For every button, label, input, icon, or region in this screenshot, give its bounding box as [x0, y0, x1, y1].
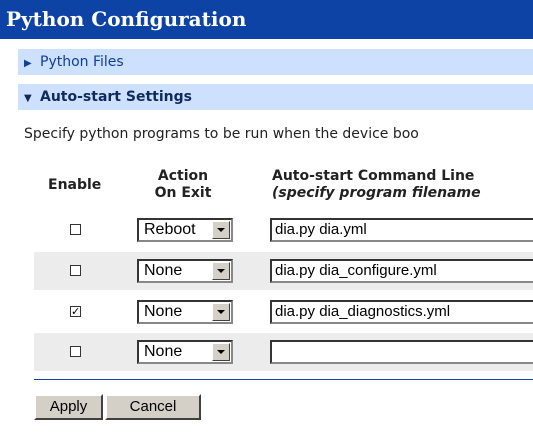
command-line-input[interactable]: dia.py dia_configure.yml	[270, 259, 533, 283]
section-auto-start-label: Auto-start Settings	[40, 89, 192, 105]
enable-checkbox[interactable]	[70, 265, 81, 276]
action-on-exit-select[interactable]: None	[137, 300, 233, 324]
dropdown-arrow-icon[interactable]	[212, 221, 230, 239]
apply-button[interactable]: Apply	[34, 394, 103, 420]
column-header-command-line1: Auto-start Command Line	[272, 168, 475, 184]
table-row: None	[34, 333, 533, 371]
action-on-exit-select[interactable]: Reboot	[137, 218, 233, 242]
column-header-enable: Enable	[48, 177, 102, 193]
column-header-command-line2: (specify program filename	[272, 185, 481, 201]
triangle-right-icon: ▶	[24, 58, 32, 69]
command-line-input[interactable]	[270, 340, 533, 364]
column-header-command-line: Auto-start Command Line (specify program…	[272, 168, 481, 202]
table-row: None dia.py dia_configure.yml	[34, 252, 533, 290]
dropdown-arrow-icon[interactable]	[212, 303, 230, 321]
table-row: ✓ None dia.py dia_diagnostics.yml	[34, 293, 533, 331]
command-line-input[interactable]: dia.py dia_diagnostics.yml	[270, 300, 533, 324]
action-on-exit-value: None	[144, 343, 183, 360]
section-python-files-label: Python Files	[40, 54, 124, 70]
dropdown-arrow-icon[interactable]	[212, 262, 230, 280]
column-header-action-on-exit: Action On Exit	[138, 168, 228, 202]
triangle-down-icon: ▼	[24, 93, 32, 104]
action-on-exit-select[interactable]: None	[137, 340, 233, 364]
dropdown-arrow-icon[interactable]	[212, 343, 230, 361]
action-on-exit-value: None	[144, 262, 183, 279]
enable-checkbox[interactable]	[70, 346, 81, 357]
cancel-button[interactable]: Cancel	[105, 394, 201, 420]
section-auto-start-settings[interactable]: ▼ Auto-start Settings	[18, 84, 533, 110]
action-on-exit-select[interactable]: None	[137, 259, 233, 283]
auto-start-description: Specify python programs to be run when t…	[24, 126, 419, 142]
column-header-action-line1: Action	[157, 168, 209, 184]
python-configuration-page: Python Configuration ▶ Python Files ▼ Auto…	[0, 0, 533, 440]
action-on-exit-value: None	[144, 303, 183, 320]
page-title: Python Configuration	[0, 0, 533, 39]
enable-checkbox[interactable]: ✓	[70, 306, 81, 317]
table-row: Reboot dia.py dia.yml	[34, 211, 533, 249]
section-python-files[interactable]: ▶ Python Files	[18, 49, 533, 75]
action-on-exit-value: Reboot	[144, 221, 196, 238]
enable-checkbox[interactable]	[70, 224, 81, 235]
form-divider	[34, 379, 533, 380]
command-line-input[interactable]: dia.py dia.yml	[270, 218, 533, 242]
column-header-action-line2: On Exit	[154, 185, 212, 201]
